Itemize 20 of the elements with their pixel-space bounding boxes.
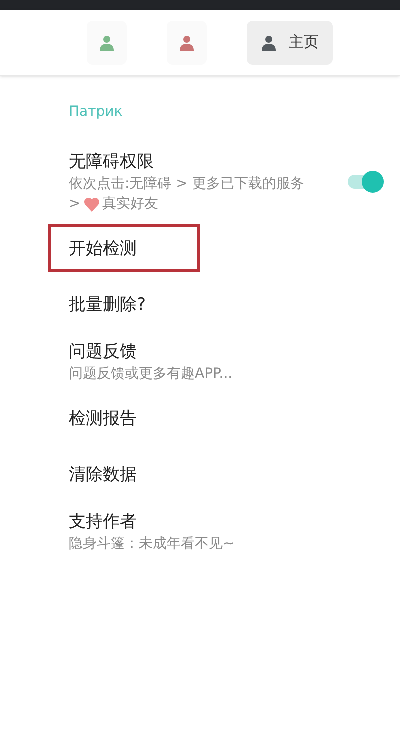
- menu-item[interactable]: 支持作者: [69, 510, 137, 534]
- menu-item[interactable]: 批量删除?: [69, 293, 146, 317]
- item-description: >: [69, 195, 81, 214]
- menu-item[interactable]: 检测报告: [69, 407, 137, 431]
- person-icon: [99, 34, 115, 50]
- tab[interactable]: 主页: [247, 20, 333, 64]
- menu-item[interactable]: 清除数据: [69, 463, 137, 487]
- item-description: 问题反馈或更多有趣APP...: [69, 365, 233, 384]
- menu-item[interactable]: 问题反馈: [69, 340, 137, 364]
- tab[interactable]: [87, 20, 127, 64]
- item-description: 依次点击:无障碍 > 更多已下载的服务: [69, 175, 304, 194]
- item-description: 隐身斗篷：未成年看不见~: [69, 535, 235, 554]
- menu-item[interactable]: 无障碍权限: [69, 150, 154, 174]
- person-icon: [179, 34, 195, 50]
- person-icon: [261, 34, 277, 50]
- section-header: Патрик: [69, 103, 124, 122]
- heart-icon: [84, 196, 100, 212]
- item-description: 真实好友: [102, 195, 159, 214]
- tab[interactable]: [167, 20, 207, 64]
- menu-item[interactable]: 开始检测: [69, 237, 137, 261]
